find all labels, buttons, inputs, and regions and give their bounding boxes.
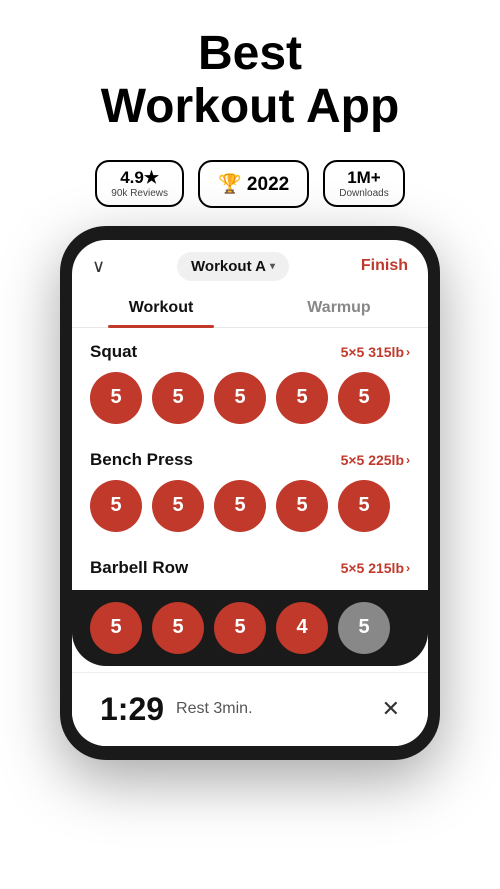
badges-row: 4.9★ 90k Reviews 🏆 2022 1M+ Downloads: [0, 152, 500, 226]
squat-rep-1[interactable]: 5: [90, 372, 142, 424]
chevron-down-icon[interactable]: ∨: [92, 256, 105, 277]
timer-label: Rest 3min.: [176, 700, 252, 718]
phone-frame: ∨ Workout A ▾ Finish Workout Warmup: [60, 226, 440, 760]
squat-name: Squat: [90, 342, 137, 362]
rest-timer: 1:29 Rest 3min. ✕: [72, 672, 428, 746]
squat-chevron-icon: ›: [406, 345, 410, 359]
bench-rep-4[interactable]: 5: [276, 480, 328, 532]
bar-rep-3[interactable]: 5: [214, 602, 266, 654]
rating-sub: 90k Reviews: [111, 188, 168, 199]
squat-sets[interactable]: 5×5 315lb ›: [341, 344, 410, 360]
bench-rep-2[interactable]: 5: [152, 480, 204, 532]
squat-reps-row: 5 5 5 5 5: [90, 370, 410, 436]
exercise-squat: Squat 5×5 315lb › 5 5 5 5 5: [72, 332, 428, 440]
bench-chevron-icon: ›: [406, 453, 410, 467]
squat-rep-5[interactable]: 5: [338, 372, 390, 424]
squat-rep-3[interactable]: 5: [214, 372, 266, 424]
squat-rep-4[interactable]: 5: [276, 372, 328, 424]
finish-button[interactable]: Finish: [361, 257, 408, 275]
bench-sets[interactable]: 5×5 225lb ›: [341, 452, 410, 468]
tab-workout[interactable]: Workout: [72, 289, 250, 327]
bar-rep-4[interactable]: 4: [276, 602, 328, 654]
bench-name: Bench Press: [90, 450, 193, 470]
tab-warmup[interactable]: Warmup: [250, 289, 428, 327]
workout-selector[interactable]: Workout A ▾: [177, 252, 289, 281]
barbell-chevron-icon: ›: [406, 561, 410, 575]
downloads-value: 1M+: [347, 168, 381, 188]
bench-rep-5[interactable]: 5: [338, 480, 390, 532]
header-section: Best Workout App: [0, 0, 500, 152]
bar-rep-5-grey[interactable]: 5: [338, 602, 390, 654]
phone-screen: ∨ Workout A ▾ Finish Workout Warmup: [72, 240, 428, 746]
bar-rep-2[interactable]: 5: [152, 602, 204, 654]
selector-arrow-icon: ▾: [270, 261, 275, 272]
black-bar: 5 5 5 4 5: [72, 590, 428, 666]
barbell-name: Barbell Row: [90, 558, 188, 578]
phone-topbar: ∨ Workout A ▾ Finish: [72, 240, 428, 289]
barbell-header: Barbell Row 5×5 215lb ›: [90, 558, 410, 578]
timer-left: 1:29 Rest 3min.: [100, 691, 253, 728]
bench-header: Bench Press 5×5 225lb ›: [90, 450, 410, 470]
award-badge: 🏆 2022: [198, 160, 309, 208]
app-title: Best Workout App: [20, 28, 480, 134]
bench-rep-3[interactable]: 5: [214, 480, 266, 532]
downloads-badge: 1M+ Downloads: [323, 160, 404, 207]
squat-header: Squat 5×5 315lb ›: [90, 342, 410, 362]
bench-rep-1[interactable]: 5: [90, 480, 142, 532]
downloads-sub: Downloads: [339, 188, 388, 199]
barbell-sets[interactable]: 5×5 215lb ›: [341, 560, 410, 576]
award-value: 🏆 2022: [218, 172, 289, 196]
bench-reps-row: 5 5 5 5 5: [90, 478, 410, 544]
exercise-bench: Bench Press 5×5 225lb › 5 5 5 5 5: [72, 440, 428, 548]
rating-badge: 4.9★ 90k Reviews: [95, 160, 184, 207]
timer-time: 1:29: [100, 691, 164, 728]
close-icon[interactable]: ✕: [382, 696, 400, 722]
squat-rep-2[interactable]: 5: [152, 372, 204, 424]
tabs-bar: Workout Warmup: [72, 289, 428, 328]
rating-value: 4.9★: [120, 168, 159, 188]
bar-rep-1[interactable]: 5: [90, 602, 142, 654]
exercise-barbell-row: Barbell Row 5×5 215lb ›: [72, 548, 428, 590]
phone-mockup: ∨ Workout A ▾ Finish Workout Warmup: [0, 226, 500, 760]
